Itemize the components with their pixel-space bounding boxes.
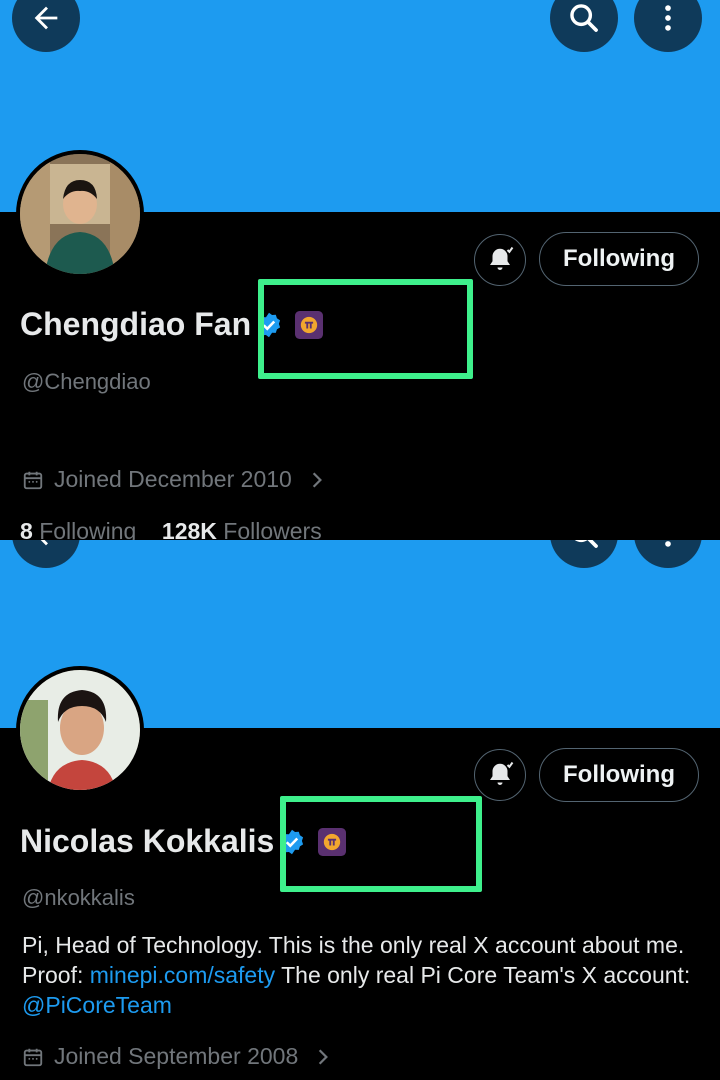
follow-stats: 8 Following 128K Followers [20, 518, 322, 540]
bio-link-picoreteam[interactable]: @PiCoreTeam [22, 992, 172, 1018]
joined-date: Joined December 2010 [54, 466, 292, 492]
followers-count: 128K [161, 518, 217, 540]
followers-label: Followers [223, 518, 322, 540]
following-button[interactable]: Following [539, 748, 699, 802]
highlight-box [280, 796, 482, 892]
avatar[interactable] [16, 150, 144, 278]
bell-icon [490, 246, 514, 270]
profile-handle: @Chengdiao [22, 369, 151, 394]
notifications-button[interactable] [474, 234, 526, 286]
chevron-right-icon [319, 1048, 329, 1065]
following-count: 8 [20, 518, 33, 540]
profile-handle: @nkokkalis [22, 885, 135, 910]
calendar-icon [23, 471, 43, 489]
more-vertical-icon [665, 541, 671, 547]
followers-stat[interactable]: 128K Followers [162, 518, 322, 540]
calendar-icon [23, 1048, 43, 1066]
profile-bio: Pi, Head of Technology. This is the only… [22, 930, 702, 1020]
following-stat[interactable]: 8 Following [20, 518, 136, 540]
profile-name: Nicolas Kokkalis [20, 823, 275, 859]
notifications-button[interactable] [474, 749, 526, 801]
joined-date-row[interactable]: Joined December 2010 [22, 466, 324, 493]
following-label: Following [39, 518, 137, 540]
joined-date-row[interactable]: Joined September 2008 [22, 1043, 330, 1070]
search-icon [574, 540, 598, 548]
avatar[interactable] [16, 666, 144, 794]
back-arrow-icon [34, 6, 58, 30]
highlight-box [258, 279, 473, 379]
joined-date: Joined September 2008 [54, 1043, 299, 1069]
following-button[interactable]: Following [539, 232, 699, 286]
search-icon [570, 4, 598, 32]
bell-icon [490, 761, 514, 785]
more-vertical-icon [665, 5, 671, 31]
profile-panel-nkokkalis: Following Nicolas Kokkalis @nkokkalis Pi… [0, 540, 720, 1080]
bio-link-safety[interactable]: minepi.com/safety [90, 962, 275, 988]
chevron-right-icon [312, 471, 322, 488]
bio-text-2: The only real Pi Core Team's X account: [275, 962, 691, 988]
profile-panel-chengdiao: Following Chengdiao Fan @Chengdiao Joine… [0, 0, 720, 540]
back-arrow-icon [40, 540, 48, 546]
profile-name: Chengdiao Fan [20, 306, 252, 342]
